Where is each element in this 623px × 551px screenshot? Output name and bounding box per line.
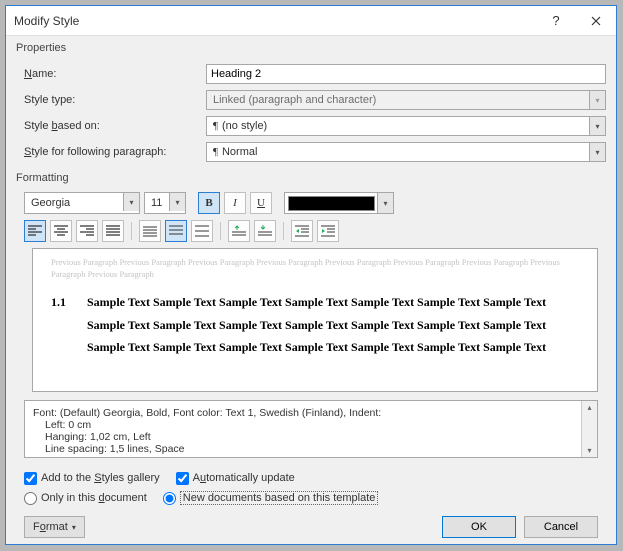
style-description: Font: (Default) Georgia, Bold, Font colo… xyxy=(24,400,598,458)
font-combo[interactable]: Georgia ▾ xyxy=(24,192,140,214)
add-to-gallery-checkbox[interactable]: Add to the Styles gallery xyxy=(24,472,160,485)
italic-button[interactable]: I xyxy=(224,192,246,214)
format-dropdown[interactable]: Format ▾ xyxy=(24,516,85,538)
preview-sample: Sample Text Sample Text Sample Text Samp… xyxy=(87,291,579,359)
styletype-combo: Linked (paragraph and character) ▾ xyxy=(206,90,606,110)
auto-update-checkbox[interactable]: Automatically update xyxy=(176,472,295,485)
chevron-down-icon[interactable]: ▾ xyxy=(589,117,605,135)
align-left-button[interactable] xyxy=(24,220,46,242)
titlebar: Modify Style ? xyxy=(6,6,616,36)
separator xyxy=(283,222,284,240)
bold-button[interactable]: B xyxy=(198,192,220,214)
preview-prev-para: Previous Paragraph Previous Paragraph Pr… xyxy=(51,257,579,281)
styletype-label: Style type: xyxy=(24,94,206,106)
scrollbar[interactable]: ▴▾ xyxy=(581,401,597,457)
separator xyxy=(220,222,221,240)
dialog-title: Modify Style xyxy=(14,14,536,28)
pilcrow-icon: ¶ xyxy=(213,120,218,132)
indent-dec-icon xyxy=(295,225,309,237)
indent-inc-icon xyxy=(321,225,335,237)
close-icon xyxy=(591,16,601,26)
line-spacing-1-button[interactable] xyxy=(139,220,161,242)
pilcrow-icon: ¶ xyxy=(213,146,218,158)
color-swatch xyxy=(288,196,375,211)
space-before-inc-button[interactable] xyxy=(228,220,250,242)
line-spacing-15-button[interactable] xyxy=(165,220,187,242)
align-justify-icon xyxy=(106,225,120,237)
properties-heading: Properties xyxy=(16,42,606,54)
name-input[interactable] xyxy=(206,64,606,84)
name-label: Name: xyxy=(24,68,206,80)
indent-increase-button[interactable] xyxy=(317,220,339,242)
preview-pane: Previous Paragraph Previous Paragraph Pr… xyxy=(32,248,598,392)
chevron-down-icon[interactable]: ▾ xyxy=(123,193,139,211)
scroll-down-icon[interactable]: ▾ xyxy=(587,446,591,455)
line-spacing-2-button[interactable] xyxy=(191,220,213,242)
cancel-button[interactable]: Cancel xyxy=(524,516,598,538)
ok-button[interactable]: OK xyxy=(442,516,516,538)
basedon-label: Style based on: xyxy=(24,120,206,132)
modify-style-dialog: Modify Style ? Properties Name: Style ty… xyxy=(5,5,617,545)
chevron-down-icon: ▾ xyxy=(72,523,76,532)
close-button[interactable] xyxy=(576,6,616,36)
new-docs-radio[interactable]: New documents based on this template xyxy=(163,491,379,505)
formatting-heading: Formatting xyxy=(16,172,606,184)
help-button[interactable]: ? xyxy=(536,6,576,36)
following-combo[interactable]: ¶ Normal ▾ xyxy=(206,142,606,162)
spacing-15-icon xyxy=(169,225,183,237)
fontcolor-combo[interactable]: ▾ xyxy=(284,192,394,214)
align-center-icon xyxy=(54,225,68,237)
space-before-icon xyxy=(232,225,246,237)
chevron-down-icon: ▾ xyxy=(589,91,605,109)
underline-button[interactable]: U xyxy=(250,192,272,214)
separator xyxy=(131,222,132,240)
scroll-up-icon[interactable]: ▴ xyxy=(587,403,591,412)
align-right-icon xyxy=(80,225,94,237)
fontsize-combo[interactable]: 11 ▾ xyxy=(144,192,186,214)
align-center-button[interactable] xyxy=(50,220,72,242)
spacing-2-icon xyxy=(195,225,209,237)
preview-number: 1.1 xyxy=(51,291,87,359)
basedon-combo[interactable]: ¶ (no style) ▾ xyxy=(206,116,606,136)
spacing-1-icon xyxy=(143,225,157,237)
space-after-icon xyxy=(258,225,272,237)
chevron-down-icon[interactable]: ▾ xyxy=(589,143,605,161)
only-this-doc-radio[interactable]: Only in this document xyxy=(24,492,147,505)
align-justify-button[interactable] xyxy=(102,220,124,242)
align-left-icon xyxy=(28,225,42,237)
following-label: Style for following paragraph: xyxy=(24,146,206,158)
chevron-down-icon[interactable]: ▾ xyxy=(169,193,185,211)
indent-decrease-button[interactable] xyxy=(291,220,313,242)
space-before-dec-button[interactable] xyxy=(254,220,276,242)
chevron-down-icon[interactable]: ▾ xyxy=(377,193,393,213)
align-right-button[interactable] xyxy=(76,220,98,242)
